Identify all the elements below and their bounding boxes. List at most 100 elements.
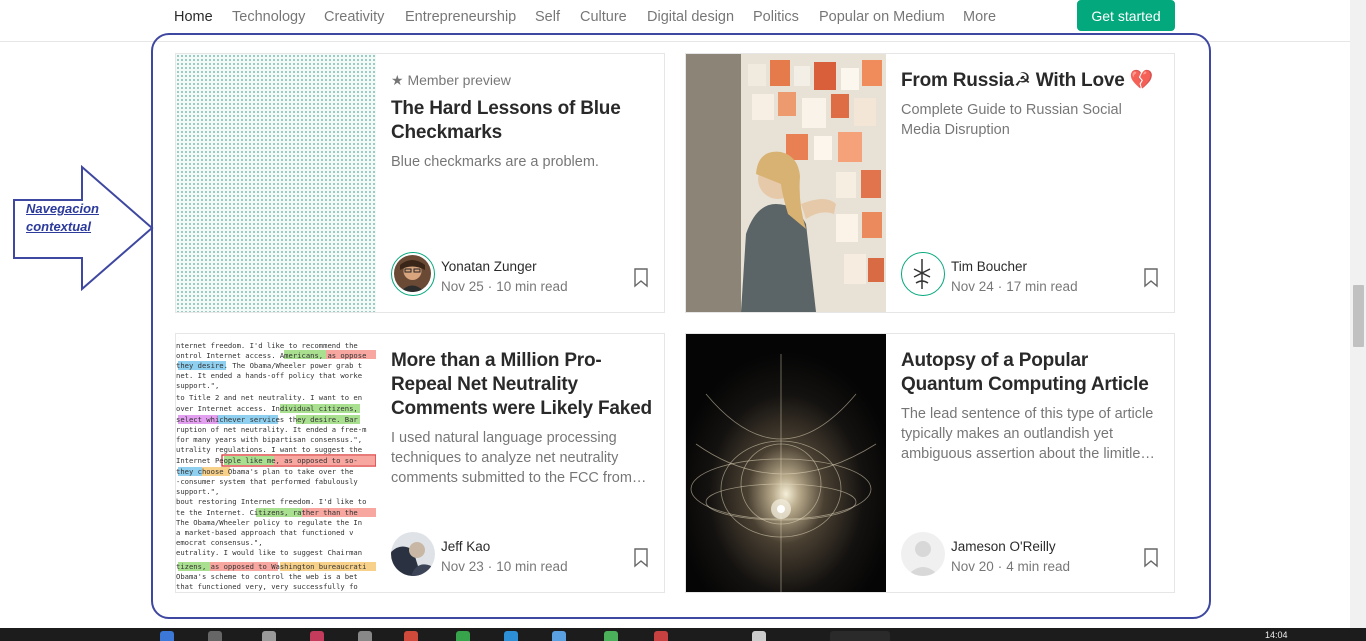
story-thumbnail[interactable] <box>686 334 886 592</box>
author-name[interactable]: Yonatan Zunger <box>441 259 537 274</box>
top-navigation: Home Technology Creativity Entrepreneurs… <box>0 0 1350 42</box>
story-thumbnail[interactable] <box>686 54 886 312</box>
nav-item-popular-on-medium[interactable]: Popular on Medium <box>819 9 945 25</box>
read-time: 17 min read <box>1006 279 1078 294</box>
highlighted-text-image: nternet freedom. I'd like to recommend t… <box>176 334 376 592</box>
story-subtitle[interactable]: Blue checkmarks are a problem. <box>391 152 641 172</box>
avatar[interactable] <box>391 532 435 576</box>
svg-text:nternet freedom. I'd like to r: nternet freedom. I'd like to recommend t… <box>176 341 358 350</box>
svg-text:tizens, as opposed to Washingt: tizens, as opposed to Washington bureauc… <box>176 562 366 571</box>
bookmark-icon[interactable] <box>633 268 649 288</box>
svg-text:utrality regulations. I want t: utrality regulations. I want to suggest … <box>176 445 362 454</box>
member-preview-label: ★ Member preview <box>391 72 511 88</box>
author-row: Yonatan Zunger Nov 25 · 10 min read <box>391 252 653 300</box>
story-meta: Nov 20 · 4 min read <box>951 559 1071 574</box>
story-title[interactable]: The Hard Lessons of Blue Checkmarks <box>391 97 641 145</box>
taskbar-app-icon[interactable] <box>208 631 222 641</box>
story-title[interactable]: Autopsy of a Popular Quantum Computing A… <box>901 349 1163 397</box>
svg-text:support.",: support.", <box>176 381 219 390</box>
svg-text:select whichever services they: select whichever services they desire. B… <box>176 415 358 424</box>
author-name[interactable]: Tim Boucher <box>951 259 1027 274</box>
author-name[interactable]: Jeff Kao <box>441 539 490 554</box>
quantum-fractal-image <box>686 334 886 592</box>
bookmark-icon[interactable] <box>633 548 649 568</box>
svg-text:that functioned very, very suc: that functioned very, very successfully … <box>176 582 358 591</box>
svg-text:eutrality. I would like to sug: eutrality. I would like to suggest Chair… <box>176 548 362 557</box>
story-thumbnail[interactable]: nternet freedom. I'd like to recommend t… <box>176 334 376 592</box>
read-time: 10 min read <box>496 279 568 294</box>
taskbar-app-icon[interactable] <box>604 631 618 641</box>
taskbar-app-icon[interactable] <box>552 631 566 641</box>
svg-text:emocrat consensus.",: emocrat consensus.", <box>176 538 263 547</box>
story-title[interactable]: More than a Million Pro-Repeal Net Neutr… <box>391 349 653 421</box>
photo-wall-image <box>686 54 886 312</box>
svg-text:to Title 2 and net neutrality.: to Title 2 and net neutrality. I want to… <box>176 393 362 402</box>
avatar[interactable] <box>901 532 945 576</box>
taskbar-app-icon[interactable] <box>654 631 668 641</box>
story-title[interactable]: From Russia☭ With Love 💔 <box>901 69 1163 93</box>
svg-text:-consumer system that performe: -consumer system that performed fabulous… <box>176 477 358 486</box>
svg-text:they choose Obama's plan to ta: they choose Obama's plan to take over th… <box>176 467 353 476</box>
story-card[interactable]: ★ Member preview The Hard Lessons of Blu… <box>175 53 665 313</box>
scrollbar-thumb[interactable] <box>1353 285 1364 347</box>
avatar[interactable] <box>391 252 435 296</box>
svg-text:bout restoring Internet freedo: bout restoring Internet freedom. I'd lik… <box>176 497 366 506</box>
read-time: 4 min read <box>1006 559 1071 574</box>
read-time: 10 min read <box>496 559 568 574</box>
author-row: Jeff Kao Nov 23 · 10 min read <box>391 532 653 580</box>
story-date: Nov 20 <box>951 559 994 574</box>
taskbar-app-icon[interactable] <box>310 631 324 641</box>
nav-item-technology[interactable]: Technology <box>232 9 305 25</box>
story-meta: Nov 24 · 17 min read <box>951 279 1078 294</box>
taskbar-app-icon[interactable] <box>456 631 470 641</box>
svg-text:Internet People like me, as op: Internet People like me, as opposed to s… <box>176 456 358 465</box>
taskbar-app-icon[interactable] <box>752 631 766 641</box>
bookmark-icon[interactable] <box>1143 548 1159 568</box>
story-subtitle[interactable]: I used natural language processing techn… <box>391 428 649 488</box>
page: Home Technology Creativity Entrepreneurs… <box>0 0 1366 641</box>
story-meta: Nov 25 · 10 min read <box>441 279 568 294</box>
story-date: Nov 25 <box>441 279 484 294</box>
svg-text:over Internet access. Individu: over Internet access. Individual citizen… <box>176 404 358 413</box>
get-started-button[interactable]: Get started <box>1077 0 1175 31</box>
story-subtitle[interactable]: The lead sentence of this type of articl… <box>901 404 1163 464</box>
taskbar-app-icon[interactable] <box>830 631 890 641</box>
story-body: Autopsy of a Popular Quantum Computing A… <box>901 334 1163 592</box>
nav-item-creativity[interactable]: Creativity <box>324 9 384 25</box>
story-card[interactable]: From Russia☭ With Love 💔 Complete Guide … <box>685 53 1175 313</box>
story-body: From Russia☭ With Love 💔 Complete Guide … <box>901 54 1163 312</box>
story-meta: Nov 23 · 10 min read <box>441 559 568 574</box>
story-body: ★ Member preview The Hard Lessons of Blu… <box>391 54 653 312</box>
nav-item-culture[interactable]: Culture <box>580 9 627 25</box>
story-date: Nov 24 <box>951 279 994 294</box>
svg-text:support.",: support.", <box>176 487 219 496</box>
taskbar-app-icon[interactable] <box>262 631 276 641</box>
bookmark-icon[interactable] <box>1143 268 1159 288</box>
nav-item-entrepreneurship[interactable]: Entrepreneurship <box>405 9 516 25</box>
taskbar: 14:04 <box>0 628 1366 641</box>
nav-item-home[interactable]: Home <box>174 9 213 25</box>
nav-item-more[interactable]: More <box>963 9 996 25</box>
chrome-icon[interactable] <box>404 631 418 641</box>
svg-text:te the Internet. Citizens, rat: te the Internet. Citizens, rather than t… <box>176 508 358 517</box>
story-subtitle[interactable]: Complete Guide to Russian Social Media D… <box>901 100 1163 140</box>
svg-text:ontrol Internet access. Americ: ontrol Internet access. Americans, as op… <box>176 351 366 360</box>
nav-item-self[interactable]: Self <box>535 9 560 25</box>
taskbar-app-icon[interactable] <box>358 631 372 641</box>
story-card[interactable]: nternet freedom. I'd like to recommend t… <box>175 333 665 593</box>
story-body: More than a Million Pro-Repeal Net Neutr… <box>391 334 653 592</box>
nav-item-digital-design[interactable]: Digital design <box>647 9 734 25</box>
taskbar-app-icon[interactable] <box>160 631 174 641</box>
taskbar-clock[interactable]: 14:04 <box>1265 630 1288 640</box>
avatar[interactable] <box>901 252 945 296</box>
taskbar-app-icon[interactable] <box>504 631 518 641</box>
svg-text:Obama's scheme to control the: Obama's scheme to control the web is a b… <box>176 572 358 581</box>
story-card[interactable]: Autopsy of a Popular Quantum Computing A… <box>685 333 1175 593</box>
svg-text:for many years with bipartisan: for many years with bipartisan consensus… <box>176 435 362 444</box>
author-row: Jameson O'Reilly Nov 20 · 4 min read <box>901 532 1163 580</box>
author-name[interactable]: Jameson O'Reilly <box>951 539 1056 554</box>
annotation-label: Navegacion contextual <box>26 201 99 234</box>
vertical-scrollbar[interactable] <box>1350 0 1366 628</box>
story-thumbnail[interactable] <box>176 54 376 312</box>
nav-item-politics[interactable]: Politics <box>753 9 799 25</box>
